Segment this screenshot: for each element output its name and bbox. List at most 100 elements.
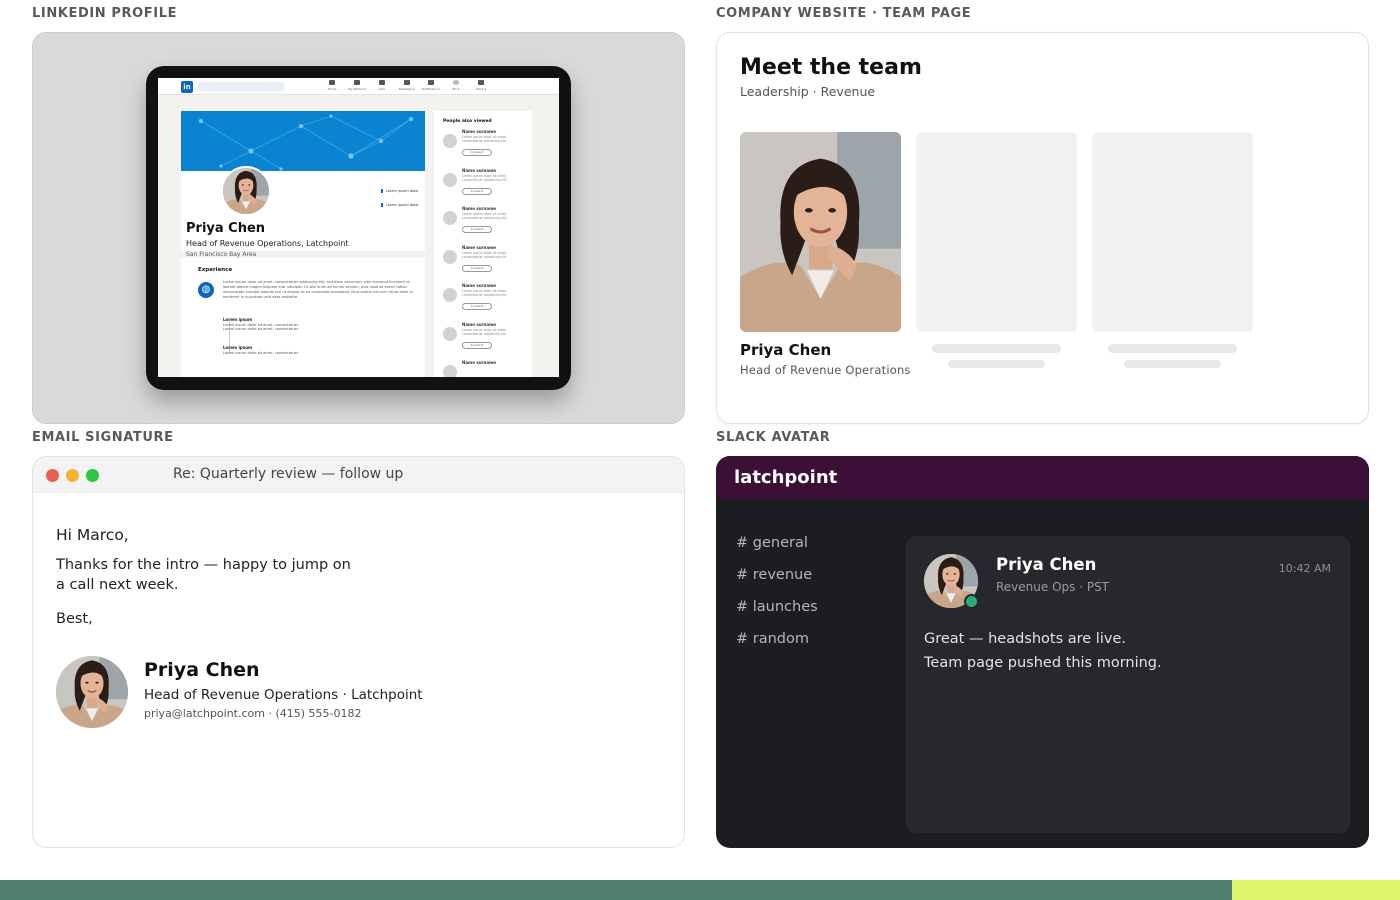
experience-body: Lorem ipsum dolor sit amet, consectetuer… bbox=[223, 280, 413, 299]
channel-revenue[interactable]: # revenue bbox=[736, 567, 812, 583]
connect-button[interactable]: Connect bbox=[462, 149, 492, 156]
channel-launches[interactable]: # launches bbox=[736, 599, 818, 615]
avatar-placeholder bbox=[443, 134, 457, 148]
experience-entry: Lorem ipsum Lorem ipsum dolor sit amet, … bbox=[223, 345, 299, 355]
linkedin-top-nav: in Home My Network Jobs Messaging Notifi… bbox=[158, 78, 559, 95]
slack-header: latchpoint bbox=[716, 456, 1369, 499]
member-name: Priya Chen bbox=[740, 341, 832, 359]
page-subtitle: Leadership · Revenue bbox=[740, 84, 876, 99]
portrait-image bbox=[740, 132, 901, 332]
network-icon bbox=[354, 80, 360, 85]
message-author[interactable]: Priya Chen bbox=[996, 555, 1096, 574]
signature-name: Priya Chen bbox=[144, 659, 260, 681]
footer-accent bbox=[1232, 880, 1400, 900]
tablet-device: in Home My Network Jobs Messaging Notifi… bbox=[146, 66, 571, 390]
email-greeting: Hi Marco, bbox=[56, 526, 129, 544]
bell-icon bbox=[428, 80, 434, 85]
nav-notifications[interactable]: Notifications bbox=[420, 80, 442, 91]
channel-general[interactable]: # general bbox=[736, 535, 808, 551]
message-timestamp: 10:42 AM bbox=[1278, 562, 1331, 575]
online-status-icon bbox=[964, 594, 979, 609]
experience-section: Experience ◍ Lorem ipsum dolor sit amet,… bbox=[181, 258, 425, 377]
profile-side-item[interactable]: Lorem ipsum dolor bbox=[381, 189, 419, 193]
slack-panel: latchpoint # general # revenue # launche… bbox=[716, 456, 1369, 848]
close-window-button[interactable] bbox=[46, 469, 59, 482]
list-item[interactable]: Name surname Lorem ipsum dolor sit amet, … bbox=[443, 283, 528, 319]
signature-contact[interactable]: priya@latchpoint.com · (415) 555-0182 bbox=[144, 707, 362, 720]
me-avatar-icon bbox=[453, 80, 459, 85]
linkedin-screen: in Home My Network Jobs Messaging Notifi… bbox=[158, 78, 559, 377]
people-also-viewed: People also viewed Name surname Lorem ips… bbox=[434, 111, 532, 377]
signature-role: Head of Revenue Operations · Latchpoint bbox=[144, 687, 423, 703]
section-label-email: EMAIL SIGNATURE bbox=[32, 430, 174, 445]
member-photo-placeholder bbox=[916, 132, 1077, 332]
people-also-viewed-title: People also viewed bbox=[443, 119, 492, 124]
linkedin-search-input[interactable] bbox=[198, 82, 284, 91]
linkedin-avatar[interactable] bbox=[221, 166, 271, 216]
workspace-name[interactable]: latchpoint bbox=[734, 467, 837, 488]
linkedin-logo-icon[interactable]: in bbox=[181, 81, 193, 93]
profile-headline: Head of Revenue Operations, Latchpoint bbox=[186, 239, 349, 248]
section-label-slack: SLACK AVATAR bbox=[716, 430, 831, 445]
nav-me[interactable]: Me ▾ bbox=[445, 80, 467, 91]
grid-icon bbox=[478, 80, 484, 85]
connect-button[interactable]: Connect bbox=[462, 265, 492, 272]
linkedin-panel: in Home My Network Jobs Messaging Notifi… bbox=[32, 32, 685, 424]
list-item[interactable]: Name surname Lorem ipsum dolor sit amet, … bbox=[443, 322, 528, 358]
message-text: Team page pushed this morning. bbox=[924, 655, 1162, 671]
profile-side-item[interactable]: Lorem ipsum dolor bbox=[381, 203, 419, 207]
profile-banner bbox=[181, 111, 425, 171]
list-item[interactable]: Name surname Lorem ipsum dolor sit amet, … bbox=[443, 168, 528, 204]
minimize-window-button[interactable] bbox=[66, 469, 79, 482]
name-skeleton bbox=[932, 344, 1061, 353]
member-role: Head of Revenue Operations bbox=[740, 363, 911, 377]
member-photo[interactable] bbox=[740, 132, 901, 332]
experience-title: Experience bbox=[198, 267, 233, 273]
section-label-linkedin: LINKEDIN PROFILE bbox=[32, 6, 178, 21]
list-item[interactable]: Name surname bbox=[443, 360, 528, 377]
list-item[interactable]: Name surname Lorem ipsum dolor sit amet, … bbox=[443, 129, 528, 165]
connect-button[interactable]: Connect bbox=[462, 226, 492, 233]
nav-home[interactable]: Home bbox=[321, 80, 343, 91]
globe-icon: ◍ bbox=[198, 282, 214, 298]
channel-random[interactable]: # random bbox=[736, 631, 809, 647]
briefcase-icon bbox=[379, 80, 385, 85]
email-closing: Best, bbox=[56, 611, 93, 627]
page-title: Meet the team bbox=[740, 55, 922, 80]
nav-jobs[interactable]: Jobs bbox=[371, 80, 393, 91]
email-panel: Re: Quarterly review — follow up Hi Marc… bbox=[32, 456, 685, 848]
nav-work[interactable]: Work ▾ bbox=[470, 80, 492, 91]
email-body-line: a call next week. bbox=[56, 577, 179, 593]
avatar-placeholder bbox=[443, 327, 457, 341]
email-title-bar: Re: Quarterly review — follow up bbox=[33, 457, 684, 493]
avatar-placeholder bbox=[443, 365, 457, 377]
email-subject: Re: Quarterly review — follow up bbox=[173, 466, 404, 482]
message-pane: Priya Chen Revenue Ops · PST 10:42 AM Gr… bbox=[906, 536, 1350, 833]
message-icon bbox=[404, 80, 410, 85]
signature-avatar bbox=[56, 656, 128, 728]
portrait-image bbox=[56, 656, 128, 728]
network-pattern-graphic bbox=[198, 114, 414, 171]
nav-messaging[interactable]: Messaging bbox=[396, 80, 418, 91]
portrait-image bbox=[223, 168, 269, 214]
name-skeleton bbox=[1108, 344, 1237, 353]
nav-my-network[interactable]: My Network bbox=[346, 80, 368, 91]
section-label-website: COMPANY WEBSITE · TEAM PAGE bbox=[716, 6, 972, 21]
connect-button[interactable]: Connect bbox=[462, 188, 492, 195]
list-item[interactable]: Name surname Lorem ipsum dolor sit amet, … bbox=[443, 245, 528, 281]
email-body-line: Thanks for the intro — happy to jump on bbox=[56, 557, 351, 573]
home-icon bbox=[329, 80, 335, 85]
maximize-window-button[interactable] bbox=[86, 469, 99, 482]
list-item[interactable]: Name surname Lorem ipsum dolor sit amet, … bbox=[443, 206, 528, 242]
message-text: Great — headshots are live. bbox=[924, 631, 1126, 647]
avatar-placeholder bbox=[443, 211, 457, 225]
role-skeleton bbox=[948, 360, 1045, 368]
avatar-placeholder bbox=[443, 173, 457, 187]
avatar-placeholder bbox=[443, 250, 457, 264]
connect-button[interactable]: Connect bbox=[462, 303, 492, 310]
team-page-panel: Meet the team Leadership · Revenue Priya… bbox=[716, 32, 1369, 424]
profile-location: San Francisco Bay Area bbox=[186, 251, 257, 258]
linkedin-profile-card: Priya Chen Head of Revenue Operations, L… bbox=[181, 111, 425, 273]
profile-name: Priya Chen bbox=[186, 221, 266, 236]
connect-button[interactable]: Connect bbox=[462, 342, 492, 349]
